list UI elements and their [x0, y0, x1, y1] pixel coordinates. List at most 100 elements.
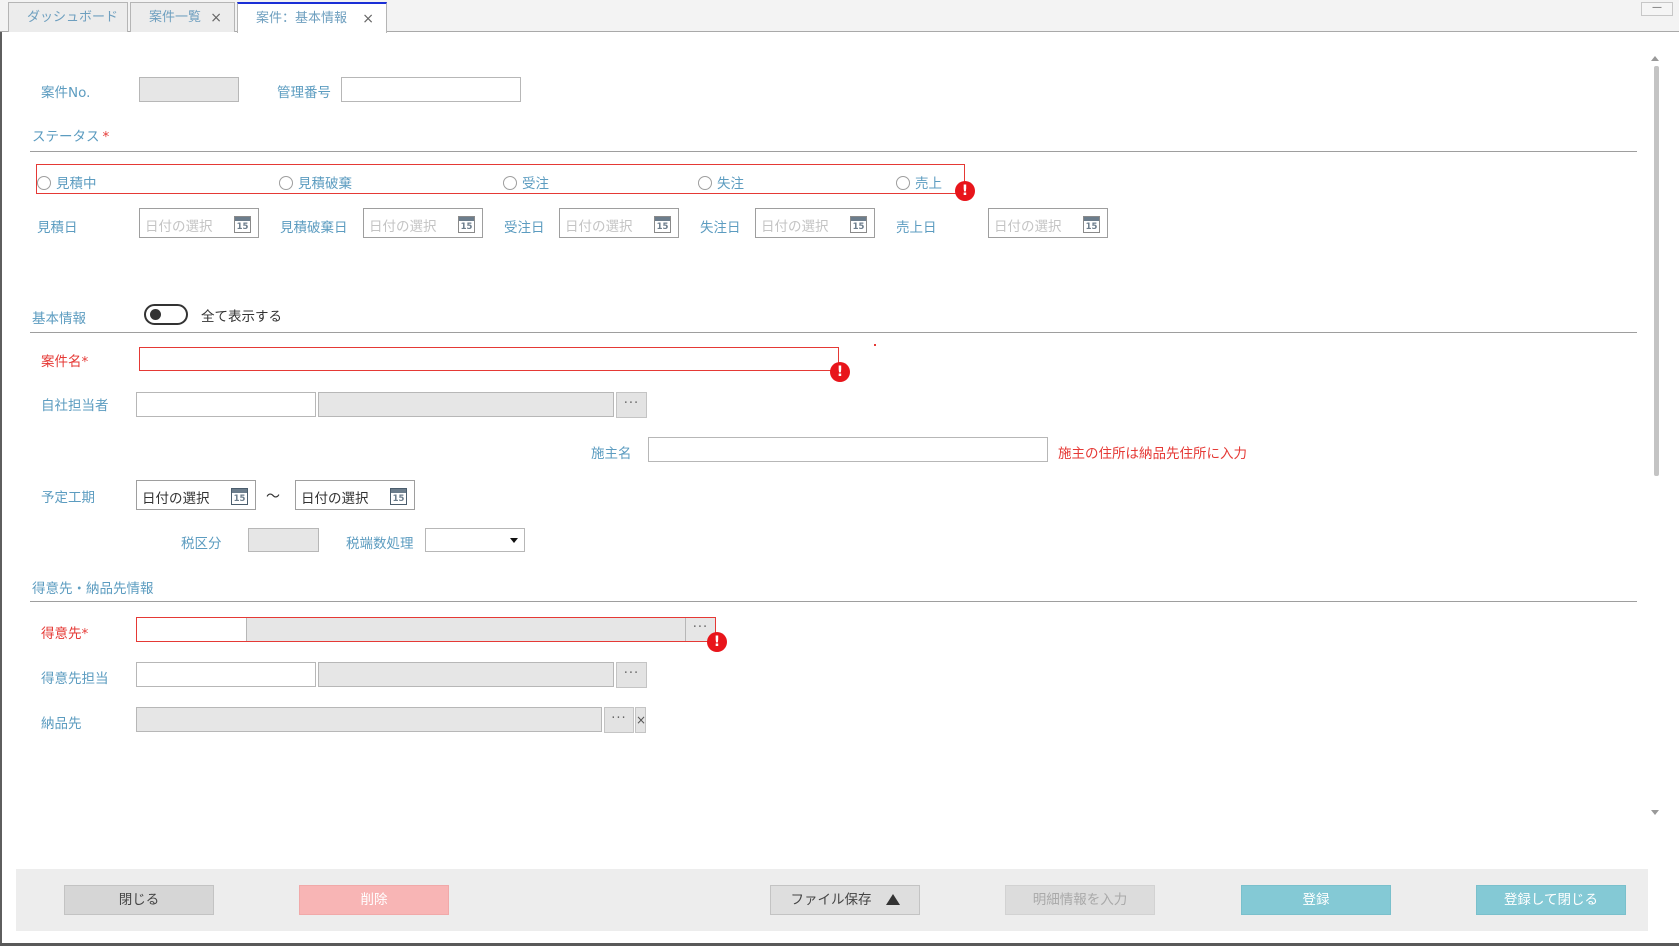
staff-lookup-button[interactable]: ··· — [616, 392, 647, 418]
close-icon[interactable]: × — [210, 3, 222, 33]
case-no-label: 案件No. — [41, 85, 91, 101]
calendar-icon[interactable]: 15 — [234, 216, 251, 233]
case-name-label: 案件名* — [41, 350, 88, 370]
show-all-toggle[interactable] — [144, 304, 188, 325]
radio-order-lost[interactable]: 失注 — [698, 172, 744, 192]
radio-estimating-label: 見積中 — [56, 176, 97, 192]
file-save-button-label: ファイル保存 — [790, 892, 872, 908]
sales-date-picker[interactable]: 日付の選択 15 — [988, 208, 1108, 238]
status-radio-group: 見積中 見積破棄 受注 失注 売上 — [36, 164, 965, 194]
detail-input-button[interactable]: 明細情報を入力 — [1005, 885, 1155, 915]
minimize-button[interactable]: — — [1641, 2, 1673, 16]
radio-circle-icon — [279, 176, 293, 190]
radio-order-received-label: 受注 — [522, 176, 549, 192]
radio-circle-icon — [698, 176, 712, 190]
divider — [30, 151, 1637, 152]
calendar-icon[interactable]: 15 — [654, 216, 671, 233]
register-button[interactable]: 登録 — [1241, 885, 1391, 915]
close-button[interactable]: 閉じる — [64, 885, 214, 915]
case-no-field — [139, 77, 239, 102]
calendar-day: 15 — [233, 494, 246, 504]
customer-code-input[interactable] — [137, 618, 247, 641]
schedule-end-date-picker[interactable]: 日付の選択 15 — [295, 480, 415, 510]
estimate-discard-date-picker[interactable]: 日付の選択 15 — [363, 208, 483, 238]
estimate-date-picker[interactable]: 日付の選択 15 — [139, 208, 259, 238]
customer-label: 得意先* — [41, 622, 88, 642]
radio-estimating[interactable]: 見積中 — [37, 172, 97, 192]
case-name-input[interactable] — [139, 347, 839, 371]
radio-estimate-discarded-label: 見積破棄 — [298, 176, 352, 192]
schedule-start-date-text: 日付の選択 — [142, 491, 210, 507]
schedule-end-date-text: 日付の選択 — [301, 491, 369, 507]
radio-circle-icon — [503, 176, 517, 190]
customer-contact-code-input[interactable] — [136, 662, 316, 687]
calendar-icon[interactable]: 15 — [1083, 216, 1100, 233]
status-section-title: ステータス * — [32, 125, 109, 145]
calendar-icon[interactable]: 15 — [458, 216, 475, 233]
tax-category-field — [248, 528, 319, 552]
show-all-toggle-label: 全て表示する — [201, 309, 282, 325]
required-mark: * — [81, 626, 89, 642]
owner-name-input[interactable] — [648, 437, 1048, 462]
delivery-clear-button[interactable]: × — [635, 707, 646, 733]
calendar-icon[interactable]: 15 — [390, 488, 407, 505]
mgmt-no-input[interactable] — [341, 77, 521, 102]
estimate-discard-date-label: 見積破棄日 — [280, 220, 348, 236]
error-icon: ! — [830, 362, 850, 382]
owner-name-label: 施主名 — [591, 446, 632, 462]
basic-info-section-label: 基本情報 — [32, 311, 86, 327]
schedule-start-date-picker[interactable]: 日付の選択 15 — [136, 480, 256, 510]
tax-rounding-select[interactable] — [425, 528, 525, 552]
tab-bar: ダッシュボード 案件一覧 × 案件：基本情報 × — — [0, 0, 1679, 33]
staff-label: 自社担当者 — [41, 398, 109, 414]
scrollbar-thumb[interactable] — [1654, 66, 1659, 476]
scroll-up-icon[interactable] — [1651, 56, 1659, 61]
mgmt-no-label: 管理番号 — [277, 85, 331, 101]
close-icon[interactable]: × — [362, 4, 374, 34]
lost-date-label: 失注日 — [700, 220, 741, 236]
customer-contact-lookup-button[interactable]: ··· — [616, 662, 647, 688]
register-and-close-button[interactable]: 登録して閉じる — [1476, 885, 1626, 915]
tab-case-list[interactable]: 案件一覧 × — [130, 2, 235, 32]
customer-contact-name-field — [318, 662, 614, 687]
delivery-lookup-button[interactable]: ··· — [604, 707, 634, 733]
radio-order-received[interactable]: 受注 — [503, 172, 549, 192]
delivery-label: 納品先 — [41, 716, 82, 732]
calendar-day: 15 — [1085, 222, 1098, 232]
customer-section-label: 得意先・納品先情報 — [32, 581, 154, 597]
delete-button[interactable]: 削除 — [299, 885, 449, 915]
error-icon: ! — [955, 181, 975, 201]
calendar-day: 15 — [656, 222, 669, 232]
date-placeholder: 日付の選択 — [369, 219, 437, 235]
order-date-picker[interactable]: 日付の選択 15 — [559, 208, 679, 238]
schedule-label: 予定工期 — [41, 490, 95, 506]
lost-date-picker[interactable]: 日付の選択 15 — [755, 208, 875, 238]
staff-code-input[interactable] — [136, 392, 316, 417]
staff-name-field — [318, 392, 614, 417]
calendar-icon[interactable]: 15 — [231, 488, 248, 505]
date-placeholder: 日付の選択 — [565, 219, 633, 235]
error-marker — [874, 344, 876, 346]
calendar-icon[interactable]: 15 — [850, 216, 867, 233]
triangle-up-icon — [885, 894, 900, 905]
radio-sales[interactable]: 売上 — [896, 172, 942, 192]
file-save-button[interactable]: ファイル保存 — [770, 885, 920, 915]
divider — [30, 332, 1637, 333]
calendar-day: 15 — [852, 222, 865, 232]
date-placeholder: 日付の選択 — [761, 219, 829, 235]
tab-case-list-label: 案件一覧 — [149, 10, 202, 25]
chevron-down-icon — [510, 538, 518, 543]
error-icon: ! — [707, 632, 727, 652]
required-mark: * — [102, 129, 110, 145]
estimate-date-label: 見積日 — [37, 220, 78, 236]
date-placeholder: 日付の選択 — [994, 219, 1062, 235]
date-range-separator: 〜 — [266, 489, 280, 505]
tab-dashboard-label: ダッシュボード — [27, 10, 119, 25]
tab-case-basic-info[interactable]: 案件：基本情報 × — [237, 2, 387, 33]
radio-estimate-discarded[interactable]: 見積破棄 — [279, 172, 352, 192]
vertical-scrollbar[interactable] — [1650, 52, 1662, 822]
scroll-down-icon[interactable] — [1651, 810, 1659, 815]
tax-rounding-label: 税端数処理 — [346, 536, 414, 552]
tab-dashboard[interactable]: ダッシュボード — [8, 2, 128, 32]
radio-sales-label: 売上 — [915, 176, 942, 192]
